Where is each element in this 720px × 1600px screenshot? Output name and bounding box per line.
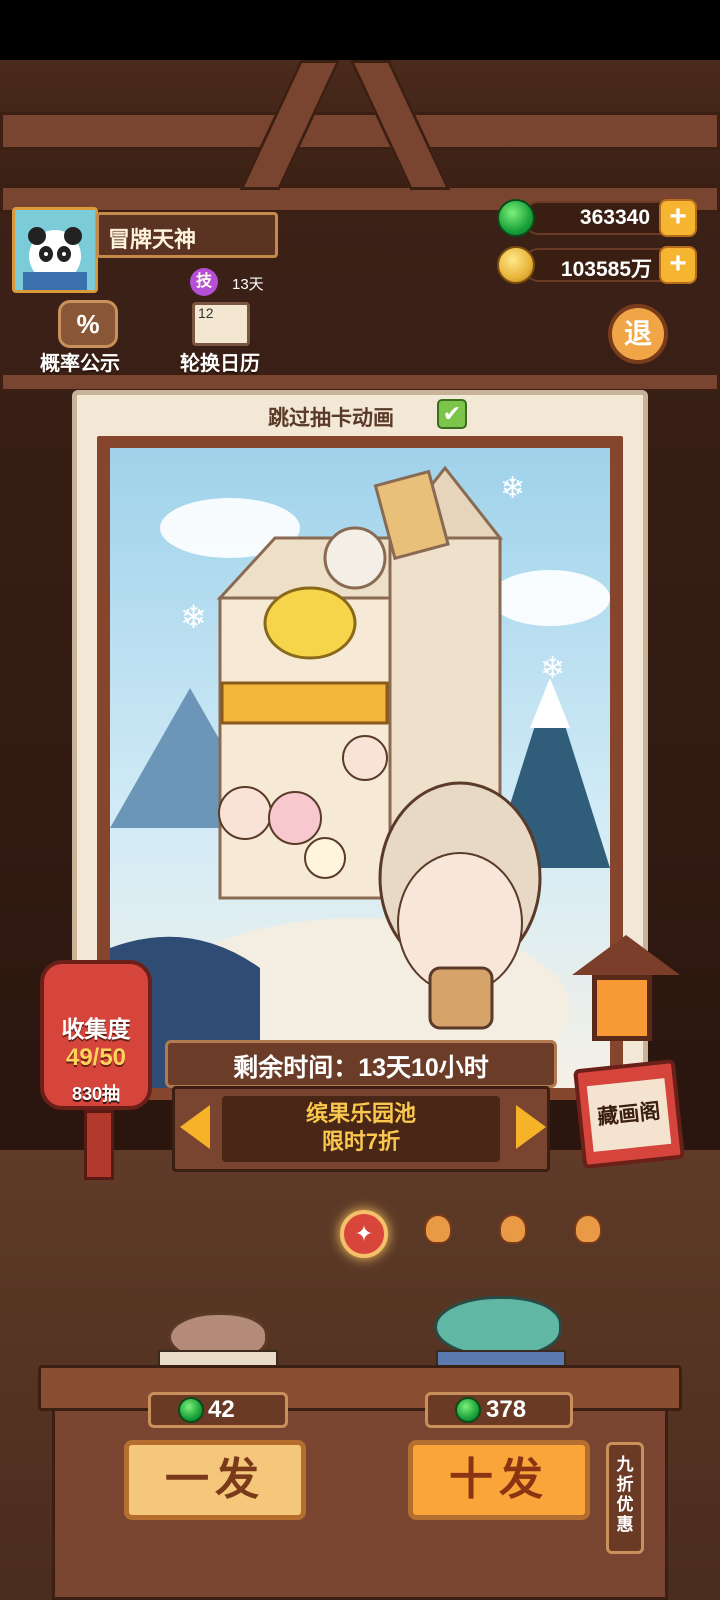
counter-top (38, 1365, 682, 1411)
jade-gem-icon (455, 1397, 481, 1423)
pool-discount: 限时7折 (321, 1129, 401, 1154)
collection-count: 49/50 (65, 1044, 127, 1071)
previous-pool-arrow-icon[interactable] (180, 1105, 210, 1149)
add-gems-button[interactable]: + (659, 199, 697, 237)
svg-text:❄: ❄ (180, 599, 207, 635)
next-pool-arrow-icon[interactable] (516, 1105, 546, 1149)
collection-draw-count: 830抽 (71, 1084, 121, 1104)
status-bar (0, 0, 720, 60)
pool-artwork: ❄ ❄ ❄ (110, 448, 610, 1088)
shrine-lantern-icon (592, 975, 652, 1041)
panda-avatar-icon (15, 210, 95, 290)
gallery-button-label[interactable]: 藏画阁 (586, 1078, 672, 1152)
single-draw-cost: 42 (208, 1396, 235, 1423)
calendar-icon[interactable]: 12 (192, 302, 250, 346)
gem-balance: 363340 (579, 206, 650, 229)
collection-title: 收集度 (61, 1016, 131, 1042)
skill-days-remaining: 13天 (232, 276, 264, 293)
jade-gem-icon (178, 1397, 204, 1423)
page-indicator-lantern-icon[interactable] (499, 1214, 527, 1244)
remaining-time-text: 剩余时间：13天10小时 (233, 1054, 489, 1082)
skill-badge-icon[interactable]: 技 (190, 268, 218, 296)
page-indicator-lantern-icon[interactable] (424, 1214, 452, 1244)
percent-icon[interactable]: % (58, 300, 118, 348)
probability-button-label[interactable]: 概率公示 (40, 347, 120, 376)
svg-text:❄: ❄ (540, 652, 565, 685)
ten-draw-discount-tag: 九折优惠 (606, 1442, 644, 1554)
player-avatar[interactable] (12, 207, 98, 293)
exit-button[interactable]: 退 (608, 304, 668, 364)
coin-balance: 103585万 (560, 258, 652, 281)
svg-text:❄: ❄ (500, 472, 525, 505)
winter-shop-illustration: ❄ ❄ ❄ (110, 465, 610, 1088)
player-name[interactable]: 冒牌天神 (108, 222, 196, 254)
big-fish-icon (434, 1296, 562, 1358)
add-coins-button[interactable]: + (659, 246, 697, 284)
single-draw-button[interactable]: 一发 (124, 1440, 306, 1520)
skip-animation-checkbox[interactable]: ✔ (437, 399, 467, 429)
page-indicator-lantern-icon[interactable] (574, 1214, 602, 1244)
rotation-calendar-label[interactable]: 轮换日历 (180, 347, 260, 376)
ten-draw-cost: 378 (486, 1396, 527, 1423)
skip-animation-label[interactable]: 跳过抽卡动画 (268, 402, 394, 432)
ceiling-beam (0, 112, 720, 150)
ten-draw-button[interactable]: 十发 (408, 1440, 590, 1520)
active-page-spark-icon[interactable]: ✦ (340, 1210, 388, 1258)
lantern-post (84, 1110, 114, 1180)
